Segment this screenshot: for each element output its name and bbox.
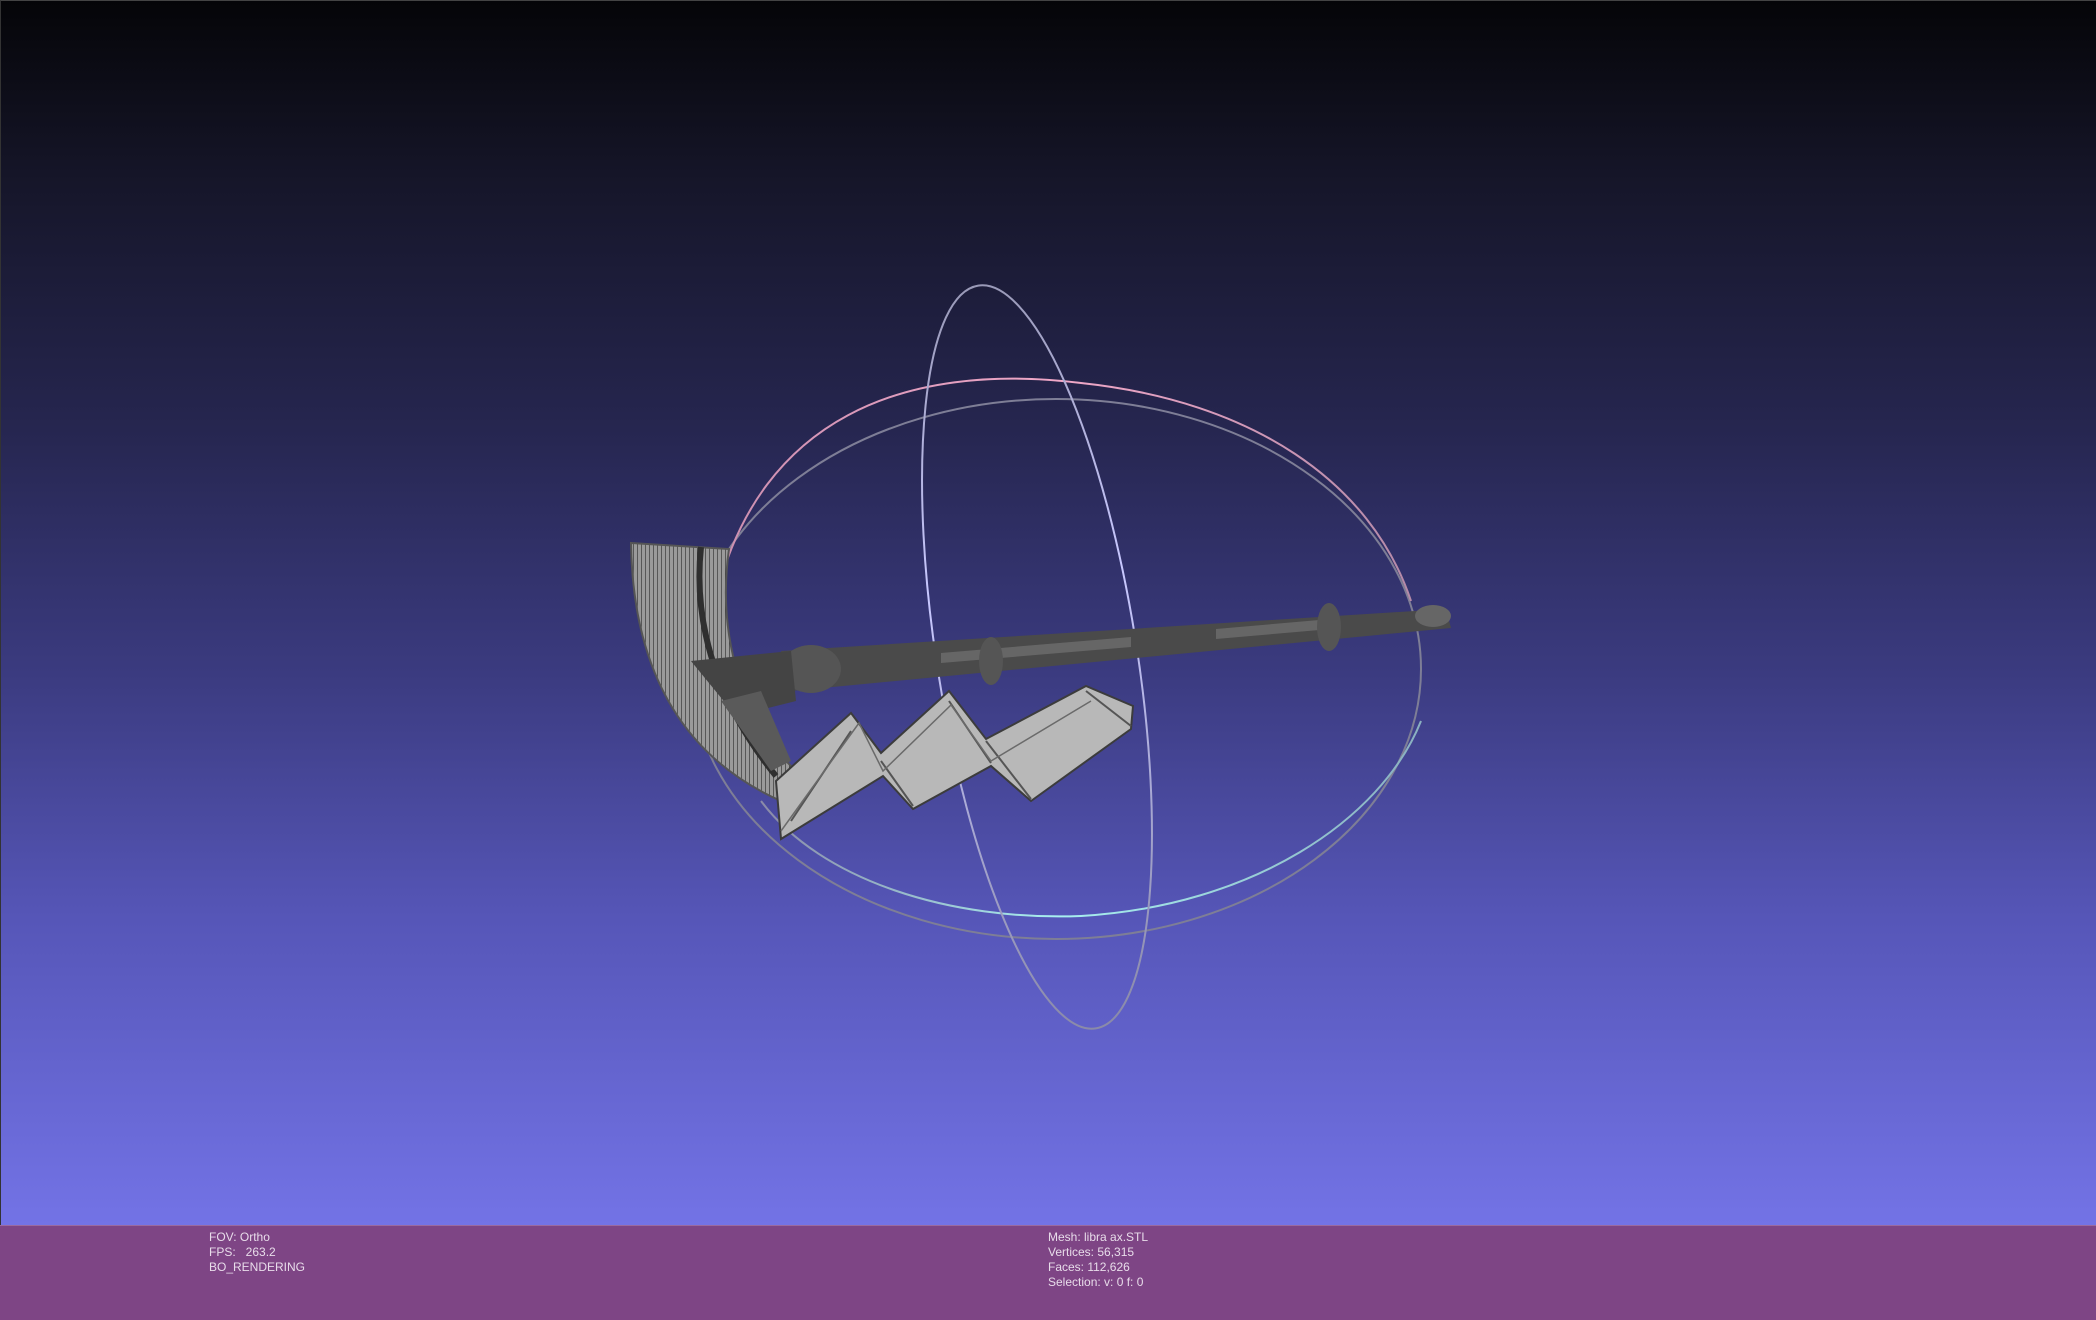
scene-canvas[interactable] bbox=[1, 1, 2096, 1225]
mesh-info-panel: Mesh: libra ax.STL Vertices: 56,315 Face… bbox=[1048, 1230, 1148, 1290]
3d-viewport[interactable] bbox=[0, 0, 2096, 1225]
handle-end-cap bbox=[1415, 605, 1451, 627]
faces-count-label: Faces: 112,626 bbox=[1048, 1260, 1130, 1274]
mesh-name-label: Mesh: libra ax.STL bbox=[1048, 1230, 1149, 1244]
fov-label: FOV: Ortho bbox=[209, 1230, 270, 1244]
fps-label: FPS: 263.2 bbox=[209, 1245, 276, 1259]
handle-ring-1 bbox=[979, 637, 1003, 685]
axe-handle bbox=[781, 609, 1451, 691]
render-mode-label: BO_RENDERING bbox=[209, 1260, 306, 1274]
selection-label: Selection: v: 0 f: 0 bbox=[1048, 1275, 1144, 1289]
status-info-bar: FOV: Ortho FPS: 263.2 BO_RENDERING Mesh:… bbox=[0, 1225, 2096, 1320]
render-info-panel: FOV: Ortho FPS: 263.2 BO_RENDERING bbox=[209, 1230, 305, 1275]
axe-mesh-icon[interactable] bbox=[629, 541, 1451, 841]
handle-ring-2 bbox=[1317, 603, 1341, 651]
trackball-ring-y bbox=[716, 377, 1412, 602]
vertices-count-label: Vertices: 56,315 bbox=[1048, 1245, 1135, 1259]
